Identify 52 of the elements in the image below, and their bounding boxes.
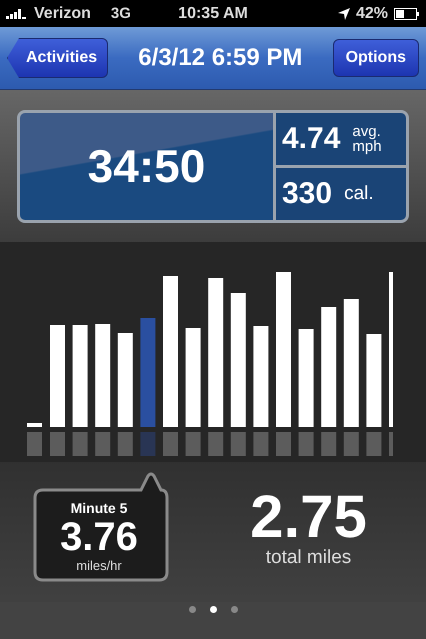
- clock-time: 10:35 AM: [178, 4, 248, 22]
- bar-reflection: [298, 432, 314, 456]
- chart-bar[interactable]: [72, 325, 88, 427]
- chart-bar[interactable]: [298, 329, 314, 427]
- calories-value: 330: [282, 176, 332, 210]
- options-button[interactable]: Options: [332, 39, 419, 77]
- calories-unit: cal.: [344, 184, 374, 203]
- callout-title: Minute 5: [70, 500, 128, 516]
- bar-reflection: [253, 432, 268, 456]
- page-dot[interactable]: [210, 606, 216, 613]
- signal-icon: [6, 8, 28, 18]
- chart-bar[interactable]: [321, 307, 336, 427]
- bar-reflection: [230, 432, 246, 456]
- chart-bar[interactable]: [95, 324, 110, 427]
- chart-bar[interactable]: [253, 326, 268, 427]
- page-dot[interactable]: [230, 606, 238, 613]
- bar-reflection: [118, 432, 133, 456]
- bar-reflection: [72, 432, 88, 456]
- carrier-name: Verizon: [34, 4, 91, 22]
- bar-reflection: [186, 432, 201, 456]
- speed-value: 4.74: [282, 122, 340, 156]
- bar-reflection: [208, 432, 224, 456]
- total-distance: 2.75: [250, 487, 367, 547]
- chart-bar[interactable]: [208, 278, 224, 427]
- duration-value: 34:50: [88, 139, 206, 193]
- speed-callout[interactable]: Minute 5 3.76 miles/hr: [33, 472, 171, 584]
- back-button[interactable]: Activities: [7, 38, 108, 78]
- chart-bar[interactable]: [230, 293, 246, 427]
- bar-reflection: [50, 432, 65, 456]
- bar-reflection: [163, 432, 178, 456]
- total-label: total miles: [266, 547, 352, 569]
- callout-value: 3.76: [60, 516, 138, 558]
- network-type: 3G: [110, 5, 131, 22]
- battery-icon: [394, 8, 420, 20]
- bar-reflection: [95, 432, 110, 456]
- chart-bar[interactable]: [366, 334, 382, 427]
- bar-reflection: [344, 432, 359, 456]
- page-dot[interactable]: [188, 606, 196, 613]
- callout-unit: miles/hr: [76, 558, 122, 572]
- bar-reflection: [27, 432, 42, 456]
- bar-reflection: [389, 432, 393, 456]
- nav-title: 6/3/12 6:59 PM: [138, 44, 302, 72]
- chart-bar[interactable]: [118, 333, 133, 427]
- chart-bar[interactable]: [344, 299, 359, 427]
- battery-percent: 42%: [356, 4, 388, 22]
- chart-bar[interactable]: [186, 328, 201, 427]
- bar-reflection: [321, 432, 336, 456]
- bar-reflection: [140, 432, 156, 456]
- speed-unit: avg. mph: [352, 124, 382, 154]
- bar-reflection: [276, 432, 291, 456]
- bar-reflection: [366, 432, 382, 456]
- location-arrow-icon: [338, 8, 350, 20]
